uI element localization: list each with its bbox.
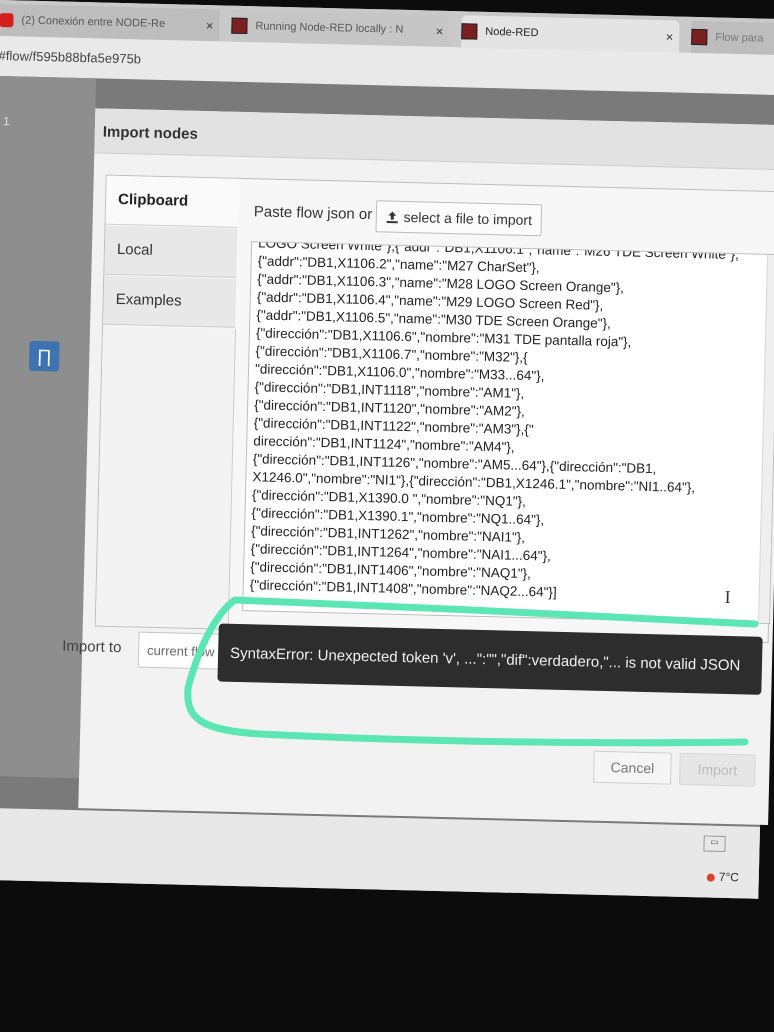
node-red-favicon-icon <box>231 17 248 35</box>
text-cursor-icon: I <box>724 586 731 608</box>
browser-tab-flow-para[interactable]: Flow para <box>690 20 774 56</box>
select-file-label: select a file to import <box>403 208 533 229</box>
flow-json-textarea[interactable]: LOGO Screen White"},{"addr":"DB1,X1106.1… <box>242 241 774 624</box>
weather-icon <box>706 873 715 882</box>
tab-clipboard[interactable]: Clipboard <box>105 175 239 228</box>
import-to-label: Import to <box>62 637 122 657</box>
tab-local-label: Local <box>116 240 153 259</box>
temperature: 7°C <box>718 869 740 885</box>
cancel-button[interactable]: Cancel <box>593 750 672 785</box>
node-red-favicon-icon <box>461 23 478 40</box>
cancel-label: Cancel <box>610 759 655 777</box>
json-lines: LOGO Screen White"},{"addr":"DB1,X1106.1… <box>244 241 740 606</box>
import-nodes-dialog: Import nodes Clipboard Local Examples Pa… <box>62 108 774 826</box>
tab-label: Node-RED <box>485 25 539 40</box>
tab-examples-label: Examples <box>115 290 182 310</box>
import-label: Import <box>697 761 738 779</box>
syntax-error-tooltip: SyntaxError: Unexpected token 'v', ...":… <box>217 623 763 695</box>
browser-tab-node-red[interactable]: Node-RED × <box>460 15 680 53</box>
close-tab-icon[interactable]: × <box>200 17 220 33</box>
syntax-error-text: SyntaxError: Unexpected token 'v', ...":… <box>229 644 741 674</box>
node-red-favicon-icon <box>691 28 708 46</box>
browser-tab-running-node-red[interactable]: Running Node-RED locally : N × <box>231 9 450 47</box>
photo-stage: (2) Conexión entre NODE-Re × Running Nod… <box>0 0 774 1032</box>
node-red-palette-node-icon[interactable]: ∏ <box>28 340 60 372</box>
import-tabs-panel: Clipboard Local Examples Paste flow json… <box>94 174 774 643</box>
url-text: #flow/f595b88bfa5e975b <box>0 47 142 67</box>
monitor-screen: (2) Conexión entre NODE-Re × Running Nod… <box>0 0 774 899</box>
tab-label: (2) Conexión entre NODE-Re <box>21 14 166 31</box>
upload-icon <box>386 211 398 223</box>
import-to-value: current flow <box>146 642 215 659</box>
side-tabs-filler <box>95 325 237 629</box>
workspace-tab-number: 1 <box>2 114 10 129</box>
close-tab-icon[interactable]: × <box>660 29 680 44</box>
tab-examples[interactable]: Examples <box>103 275 237 328</box>
youtube-icon <box>0 12 14 28</box>
import-button[interactable]: Import <box>679 752 756 787</box>
browser-tab-conexion[interactable]: (2) Conexión entre NODE-Re × <box>0 3 220 42</box>
tab-local[interactable]: Local <box>104 225 238 278</box>
close-tab-icon[interactable]: × <box>430 23 450 38</box>
select-file-button[interactable]: select a file to import <box>375 200 543 237</box>
textarea-scrollbar[interactable] <box>758 254 774 623</box>
dialog-title: Import nodes <box>102 123 198 143</box>
tab-label: Flow para <box>715 31 764 45</box>
keyboard-icon[interactable]: ▭ <box>703 835 726 852</box>
tab-label: Running Node-RED locally : N <box>255 20 404 36</box>
paste-flow-label: Paste flow json or <box>253 203 373 224</box>
tab-clipboard-label: Clipboard <box>117 190 189 210</box>
